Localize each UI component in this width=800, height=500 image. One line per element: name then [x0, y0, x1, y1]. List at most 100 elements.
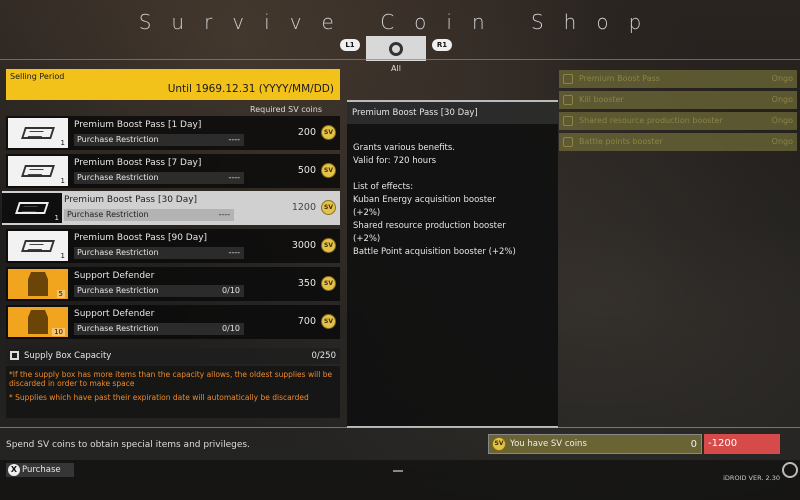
list-item[interactable]: 5 Support Defender Purchase Restriction … [6, 267, 340, 301]
note-expiration: * Supplies which have past their expirat… [9, 393, 309, 402]
booster-status: Ongo [771, 95, 793, 104]
booster-label: Premium Boost Pass [579, 74, 660, 83]
selling-period-label: Selling Period [10, 72, 65, 81]
item-name: Premium Boost Pass [1 Day] [74, 120, 202, 130]
item-name: Premium Boost Pass [90 Day] [74, 233, 208, 243]
item-icon-box: 5 [8, 269, 68, 299]
list-item-selected[interactable]: 1 Premium Boost Pass [30 Day] Purchase R… [2, 191, 340, 225]
restriction-label: Purchase Restriction [67, 210, 149, 219]
list-item[interactable]: 1 Premium Boost Pass [7 Day] Purchase Re… [6, 154, 340, 188]
item-qty: 1 [60, 177, 65, 185]
item-price: 500 [297, 165, 316, 176]
sv-coin-icon: SV [321, 238, 336, 253]
ticket-icon [21, 127, 55, 139]
booster-status: Ongo [771, 116, 793, 125]
restriction-label: Purchase Restriction [77, 324, 159, 333]
item-restriction: Purchase Restriction ---- [74, 172, 244, 184]
tab-bar: L1 R1 All [338, 36, 462, 73]
booster-icon [563, 137, 573, 147]
item-price: 700 [297, 316, 316, 327]
detail-body: Grants various benefits. Valid for: 720 … [353, 143, 516, 257]
item-icon-box: 1 [2, 193, 62, 223]
l1-button[interactable]: L1 [340, 39, 360, 51]
booster-icon [563, 95, 573, 105]
restriction-value: ---- [228, 173, 240, 182]
list-item[interactable]: 10 Support Defender Purchase Restriction… [6, 305, 340, 339]
selling-period-value: Until 1969.12.31 (YYYY/MM/DD) [167, 83, 334, 95]
purchase-label: Purchase [22, 465, 61, 475]
item-price: 200 [297, 127, 316, 138]
item-price: 350 [297, 278, 316, 289]
booster-icon [563, 116, 573, 126]
coin-balance: SV You have SV coins 0 [488, 434, 702, 454]
center-marker [393, 470, 403, 472]
item-name: Premium Boost Pass [7 Day] [74, 158, 202, 168]
supply-label: Supply Box Capacity [24, 351, 112, 361]
spend-hint: Spend SV coins to obtain special items a… [6, 440, 250, 450]
booster-item: Kill booster Ongo [559, 91, 797, 109]
restriction-value: 0/10 [222, 286, 240, 295]
divider [0, 59, 800, 60]
item-price: 3000 [291, 240, 316, 251]
booster-label: Battle points booster [579, 137, 663, 146]
item-icon-box: 10 [8, 307, 68, 337]
booster-item: Premium Boost Pass Ongo [559, 70, 797, 88]
item-restriction: Purchase Restriction ---- [74, 134, 244, 146]
notes-panel: *If the supply box has more items than t… [6, 366, 340, 418]
detail-title: Premium Boost Pass [30 Day] [347, 102, 558, 124]
gift-box-icon [10, 351, 19, 360]
item-qty: 1 [60, 252, 65, 260]
booster-icon [563, 74, 573, 84]
sv-coin-icon: SV [321, 125, 336, 140]
list-item[interactable]: 1 Premium Boost Pass [1 Day] Purchase Re… [6, 116, 340, 150]
supply-value: 0/250 [311, 351, 337, 361]
item-restriction: Purchase Restriction ---- [64, 209, 234, 221]
restriction-label: Purchase Restriction [77, 286, 159, 295]
list-item[interactable]: 1 Premium Boost Pass [90 Day] Purchase R… [6, 229, 340, 263]
version-label: iDROID VER. 2.30 [723, 474, 780, 482]
restriction-value: 0/10 [222, 324, 240, 333]
item-qty: 1 [60, 139, 65, 147]
r1-button[interactable]: R1 [432, 39, 452, 51]
cross-button-icon: X [8, 464, 20, 476]
booster-status: Ongo [771, 137, 793, 146]
item-icon-box: 1 [8, 156, 68, 186]
sv-coin-icon: SV [492, 437, 506, 451]
item-icon-box: 1 [8, 231, 68, 261]
booster-item: Shared resource production booster Ongo [559, 112, 797, 130]
restriction-label: Purchase Restriction [77, 248, 159, 257]
booster-label: Shared resource production booster [579, 116, 723, 125]
restriction-value: ---- [228, 248, 240, 257]
required-coins-header: Required SV coins [250, 105, 322, 114]
restriction-label: Purchase Restriction [77, 135, 159, 144]
purchase-button[interactable]: X Purchase [6, 463, 74, 477]
item-qty: 5 [56, 290, 65, 298]
item-name: Support Defender [74, 309, 155, 319]
item-icon-box: 1 [8, 118, 68, 148]
restriction-label: Purchase Restriction [77, 173, 159, 182]
defender-icon [28, 272, 48, 296]
item-price: 1200 [291, 202, 316, 213]
sv-coin-icon: SV [321, 314, 336, 329]
booster-status: Ongo [771, 74, 793, 83]
detail-panel: Premium Boost Pass [30 Day] Grants vario… [347, 100, 558, 428]
item-restriction: Purchase Restriction ---- [74, 247, 244, 259]
restriction-value: ---- [228, 135, 240, 144]
item-qty: 1 [54, 214, 59, 222]
footer-bar [0, 460, 800, 500]
note-capacity: *If the supply box has more items than t… [9, 370, 333, 388]
item-qty: 10 [52, 328, 65, 336]
idroid-icon [782, 462, 798, 478]
sv-coin-icon: SV [321, 200, 336, 215]
booster-label: Kill booster [579, 95, 624, 104]
selling-period: Selling Period Until 1969.12.31 (YYYY/MM… [6, 69, 340, 100]
ticket-icon [21, 240, 55, 252]
item-restriction: Purchase Restriction 0/10 [74, 323, 244, 335]
supply-box-capacity: Supply Box Capacity 0/250 [6, 348, 340, 364]
active-boosters-list: Premium Boost Pass Ongo Kill booster Ong… [559, 70, 797, 154]
divider [0, 427, 800, 428]
tab-all[interactable] [366, 36, 426, 61]
booster-item: Battle points booster Ongo [559, 133, 797, 151]
item-restriction: Purchase Restriction 0/10 [74, 285, 244, 297]
tab-all-label: All [391, 64, 401, 73]
